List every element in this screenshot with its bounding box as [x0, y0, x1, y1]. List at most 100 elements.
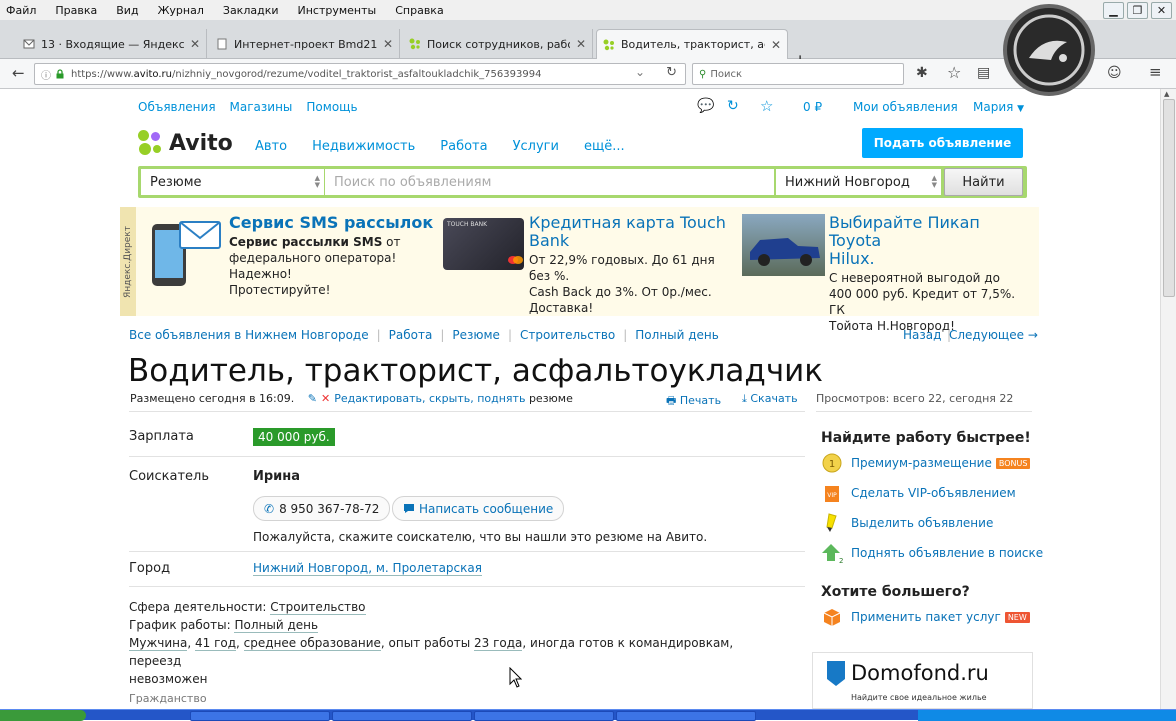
avito-logo[interactable]: Avito — [137, 129, 233, 157]
category-services[interactable]: Услуги — [513, 139, 559, 154]
sphere-label: Сфера деятельности: — [129, 600, 267, 614]
delete-icon[interactable]: ✕ — [321, 392, 330, 405]
browser-search-field[interactable]: ⚲ Поиск — [692, 63, 904, 85]
edit-pencil-icon[interactable]: ✎ — [308, 392, 317, 405]
link-ads[interactable]: Объявления — [138, 100, 216, 114]
highlighter-icon — [821, 512, 843, 534]
sphere-link[interactable]: Строительство — [270, 600, 366, 615]
gender-link[interactable]: Мужчина — [129, 636, 188, 651]
category-jobs[interactable]: Работа — [440, 139, 487, 154]
back-icon[interactable]: ← — [12, 64, 25, 82]
hamburger-menu-icon[interactable]: ≡ — [1149, 63, 1162, 81]
category-realty[interactable]: Недвижимость — [312, 139, 415, 154]
minimize-button[interactable]: ▁ — [1103, 2, 1124, 19]
ad-touch-bank[interactable]: Кредитная карта Touch Bank От 22,9% годов… — [529, 214, 739, 316]
search-input[interactable]: Поиск по объявлениям — [325, 169, 774, 195]
ad-title[interactable]: Выбирайте Пикап Toyota Hilux. — [829, 214, 1034, 268]
vip-label: Сделать VIP-объявлением — [851, 486, 1016, 500]
breadcrumb-all[interactable]: Все объявления в Нижнем Новгороде — [129, 328, 369, 342]
chat-icon[interactable]: ☺ — [1107, 65, 1122, 81]
education-link[interactable]: среднее образование — [243, 636, 381, 651]
menu-file[interactable]: Файл — [6, 4, 36, 17]
city-link[interactable]: Нижний Новгород, м. Пролетарская — [253, 561, 482, 576]
scroll-up-icon[interactable]: ▲ — [1164, 90, 1169, 98]
close-tab-icon[interactable]: ✕ — [383, 37, 393, 51]
url-dropdown-icon[interactable]: ⌄ — [635, 65, 645, 79]
reload-icon[interactable]: ↻ — [666, 65, 677, 80]
link-shops[interactable]: Магазины — [230, 100, 293, 114]
address-bar[interactable]: ⓘ https://www. avito.ru/nizhniy_novgorod/… — [34, 63, 686, 85]
scroll-thumb[interactable] — [1163, 99, 1175, 297]
apply-package-link[interactable]: Применить пакет услуг NEW — [821, 606, 1030, 628]
schedule-link[interactable]: Полный день — [234, 618, 319, 633]
tab-bmd21[interactable]: Интернет-проект Bmd21.com ✕ — [210, 29, 400, 59]
close-window-button[interactable]: ✕ — [1151, 2, 1172, 19]
post-ad-button[interactable]: Подать объявление — [862, 128, 1023, 158]
find-button[interactable]: Найти — [944, 168, 1023, 196]
tab-search-staff[interactable]: Поиск сотрудников, работн... ✕ — [403, 29, 593, 59]
menu-help[interactable]: Справка — [395, 4, 443, 17]
messages-icon[interactable]: 💬 — [697, 98, 714, 114]
close-tab-icon[interactable]: ✕ — [576, 37, 586, 51]
age-link[interactable]: 41 год — [195, 636, 237, 651]
my-ads-link[interactable]: Мои объявления — [853, 100, 958, 114]
url-path: /nizhniy_novgorod/rezume/voditel_traktor… — [171, 68, 542, 80]
breadcrumb-jobs[interactable]: Работа — [389, 328, 433, 342]
experience-link[interactable]: 23 года — [474, 636, 523, 651]
category-auto[interactable]: Авто — [255, 139, 287, 154]
avito-favicon-icon — [409, 38, 420, 50]
wallet-balance[interactable]: 0 ₽ — [803, 100, 822, 114]
yandex-direct-ads: Яндекс.Директ Сервис SMS рассылок Сервис… — [120, 207, 1039, 333]
write-message-button[interactable]: Написать сообщение — [392, 496, 565, 521]
category-select[interactable]: Резюме ▲ ▼ — [141, 169, 324, 195]
menu-history[interactable]: Журнал — [158, 4, 204, 17]
refresh-search-icon[interactable]: ↻ — [727, 98, 739, 114]
close-tab-icon[interactable]: ✕ — [771, 38, 781, 52]
ads-label: Яндекс.Директ — [120, 207, 136, 316]
favorites-star-icon[interactable]: ☆ — [760, 97, 773, 115]
bonus-badge: BONUS — [995, 457, 1031, 469]
ad-title[interactable]: Кредитная карта Touch Bank — [529, 214, 739, 250]
tab-active-resume[interactable]: Водитель, тракторист, асф... ✕ — [596, 29, 788, 59]
ad-toyota[interactable]: Выбирайте Пикап Toyota Hilux. С невероятн… — [829, 214, 1034, 334]
menu-bookmarks[interactable]: Закладки — [223, 4, 279, 17]
domofond-banner[interactable]: Domofond.ru Найдите свое идеальное жилье — [812, 652, 1033, 709]
premium-placement-link[interactable]: 1 Премиум-размещение BONUS — [821, 452, 1031, 474]
ad-title[interactable]: Сервис SMS рассылок — [229, 214, 434, 232]
next-link[interactable]: Следующее → — [949, 328, 1038, 342]
menu-tools[interactable]: Инструменты — [298, 4, 377, 17]
restore-button[interactable]: ❐ — [1127, 2, 1148, 19]
search-engine-icon[interactable]: ⚲ — [699, 69, 706, 80]
highlight-link[interactable]: Выделить объявление — [821, 512, 993, 534]
tab-mail[interactable]: 13 · Входящие — Яндекс.П... ✕ — [17, 29, 207, 59]
menu-edit[interactable]: Правка — [55, 4, 97, 17]
raise-link[interactable]: 2 Поднять объявление в поиске — [821, 542, 1043, 564]
breadcrumb-fullday[interactable]: Полный день — [635, 328, 719, 342]
download-link[interactable]: ⤓ Скачать — [742, 392, 798, 406]
breadcrumb-resume[interactable]: Резюме — [452, 328, 500, 342]
breadcrumb-construction[interactable]: Строительство — [520, 328, 615, 342]
avito-favicon-icon — [603, 39, 614, 50]
ad-text: От 22,9% годовых. До 61 дня без %. Cash B… — [529, 253, 715, 315]
info-icon[interactable]: ⓘ — [41, 67, 51, 82]
extension-icon[interactable]: ✱ — [916, 65, 928, 81]
package-label: Применить пакет услуг — [851, 610, 1001, 624]
print-link[interactable]: 🖶 Печать — [666, 392, 721, 411]
bookmark-star-icon[interactable]: ☆ — [947, 63, 961, 82]
vip-link[interactable]: VIP Сделать VIP-объявлением — [821, 482, 1016, 504]
close-tab-icon[interactable]: ✕ — [190, 37, 200, 51]
link-help[interactable]: Помощь — [306, 100, 357, 114]
site-top-nav: Объявления Магазины Помощь — [138, 100, 358, 114]
edit-link[interactable]: Редактировать, скрыть, поднять — [334, 392, 525, 405]
show-phone-button[interactable]: ✆ 8 950 367-78-72 — [253, 496, 391, 521]
menu-view[interactable]: Вид — [116, 4, 138, 17]
ad-sms[interactable]: Сервис SMS рассылок Сервис рассылки SMS … — [229, 214, 434, 298]
window-controls: ▁ ❐ ✕ — [1103, 2, 1172, 19]
start-button[interactable] — [0, 710, 86, 721]
reading-list-icon[interactable]: ▤ — [977, 65, 990, 81]
user-menu[interactable]: Мария ▼ — [973, 100, 1024, 114]
category-more[interactable]: ещё... — [584, 139, 625, 154]
back-link[interactable]: Назад — [903, 328, 941, 342]
page-scrollbar[interactable]: ▲ — [1160, 89, 1176, 709]
city-select[interactable]: Нижний Новгород ▲ ▼ — [776, 169, 941, 195]
